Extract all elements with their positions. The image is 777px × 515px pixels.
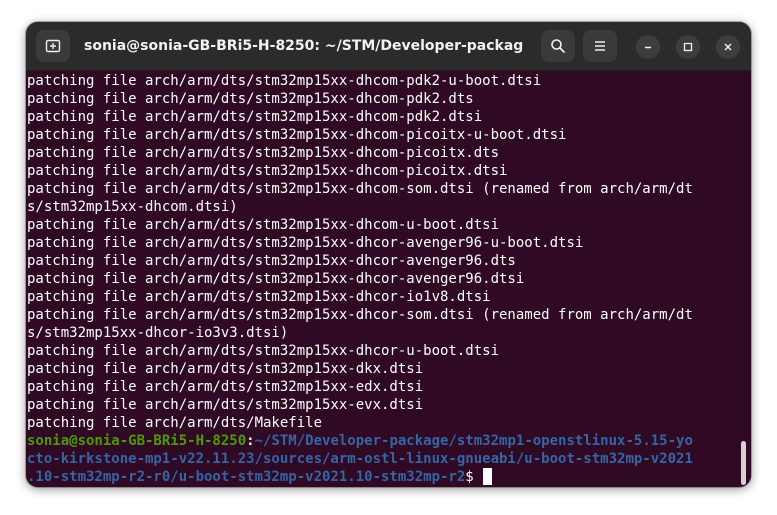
prompt-line: sonia@sonia-GB-BRi5-H-8250:~/STM/Develop… xyxy=(27,432,742,450)
prompt-colon: : xyxy=(246,433,255,449)
output-line: patching file arch/arm/dts/stm32mp15xx-d… xyxy=(27,181,693,197)
output-line: patching file arch/arm/dts/stm32mp15xx-d… xyxy=(27,271,525,287)
prompt-path: .10-stm32mp-r2-r0/u-boot-stm32mp-v2021.1… xyxy=(27,469,466,485)
output-line: patching file arch/arm/dts/stm32mp15xx-d… xyxy=(27,91,474,107)
prompt-symbol: $ xyxy=(465,469,474,485)
terminal-output-area[interactable]: patching file arch/arm/dts/stm32mp15xx-d… xyxy=(26,71,751,487)
output-line: patching file arch/arm/dts/stm32mp15xx-d… xyxy=(27,289,491,305)
search-icon xyxy=(551,39,565,53)
text-cursor xyxy=(482,468,492,485)
output-line: patching file arch/arm/dts/stm32mp15xx-d… xyxy=(27,235,584,251)
window-title: sonia@sonia-GB-BRi5-H-8250: ~/STM/Develo… xyxy=(84,38,524,54)
output-line: patching file arch/arm/dts/stm32mp15xx-d… xyxy=(27,145,500,161)
output-line: patching file arch/arm/dts/stm32mp15xx-e… xyxy=(27,379,424,395)
maximize-button[interactable] xyxy=(676,35,700,59)
titlebar: sonia@sonia-GB-BRi5-H-8250: ~/STM/Develo… xyxy=(26,22,751,71)
output-line: patching file arch/arm/dts/stm32mp15xx-d… xyxy=(27,127,567,143)
prompt-path: ~/STM/Developer-package/stm32mp1-openstl… xyxy=(254,433,693,449)
output-line: patching file arch/arm/dts/stm32mp15xx-d… xyxy=(27,253,516,269)
prompt-line: .10-stm32mp-r2-r0/u-boot-stm32mp-v2021.1… xyxy=(27,468,742,486)
output-line: s/stm32mp15xx-dhcor-io3v3.dtsi) xyxy=(27,325,289,341)
prompt-user-host: sonia@sonia-GB-BRi5-H-8250 xyxy=(27,433,247,449)
maximize-icon xyxy=(683,42,693,52)
output-line: patching file arch/arm/dts/stm32mp15xx-d… xyxy=(27,343,500,359)
menu-button[interactable] xyxy=(583,30,617,62)
search-button[interactable] xyxy=(541,30,575,62)
output-line: patching file arch/arm/dts/Makefile xyxy=(27,415,323,431)
output-line: s/stm32mp15xx-dhcom.dtsi) xyxy=(27,199,238,215)
output-line: patching file arch/arm/dts/stm32mp15xx-d… xyxy=(27,217,500,233)
terminal-window: sonia@sonia-GB-BRi5-H-8250: ~/STM/Develo… xyxy=(26,22,751,487)
prompt-line: cto-kirkstone-mp1-v22.11.23/sources/arm-… xyxy=(27,450,742,468)
hamburger-menu-icon xyxy=(595,41,605,51)
output-line: patching file arch/arm/dts/stm32mp15xx-e… xyxy=(27,397,424,413)
minimize-button[interactable] xyxy=(636,35,660,59)
output-line: patching file arch/arm/dts/stm32mp15xx-d… xyxy=(27,73,542,89)
terminal-content: patching file arch/arm/dts/stm32mp15xx-d… xyxy=(27,72,742,486)
minimize-icon xyxy=(645,46,651,49)
close-icon xyxy=(724,43,732,51)
close-button[interactable] xyxy=(716,35,740,59)
new-tab-icon xyxy=(45,39,61,53)
scrollbar[interactable] xyxy=(741,441,746,485)
new-tab-button[interactable] xyxy=(36,30,70,62)
output-line: patching file arch/arm/dts/stm32mp15xx-d… xyxy=(27,307,693,323)
output-line: patching file arch/arm/dts/stm32mp15xx-d… xyxy=(27,109,483,125)
output-line: patching file arch/arm/dts/stm32mp15xx-d… xyxy=(27,361,424,377)
prompt-path: cto-kirkstone-mp1-v22.11.23/sources/arm-… xyxy=(27,451,693,467)
output-line: patching file arch/arm/dts/stm32mp15xx-d… xyxy=(27,163,508,179)
